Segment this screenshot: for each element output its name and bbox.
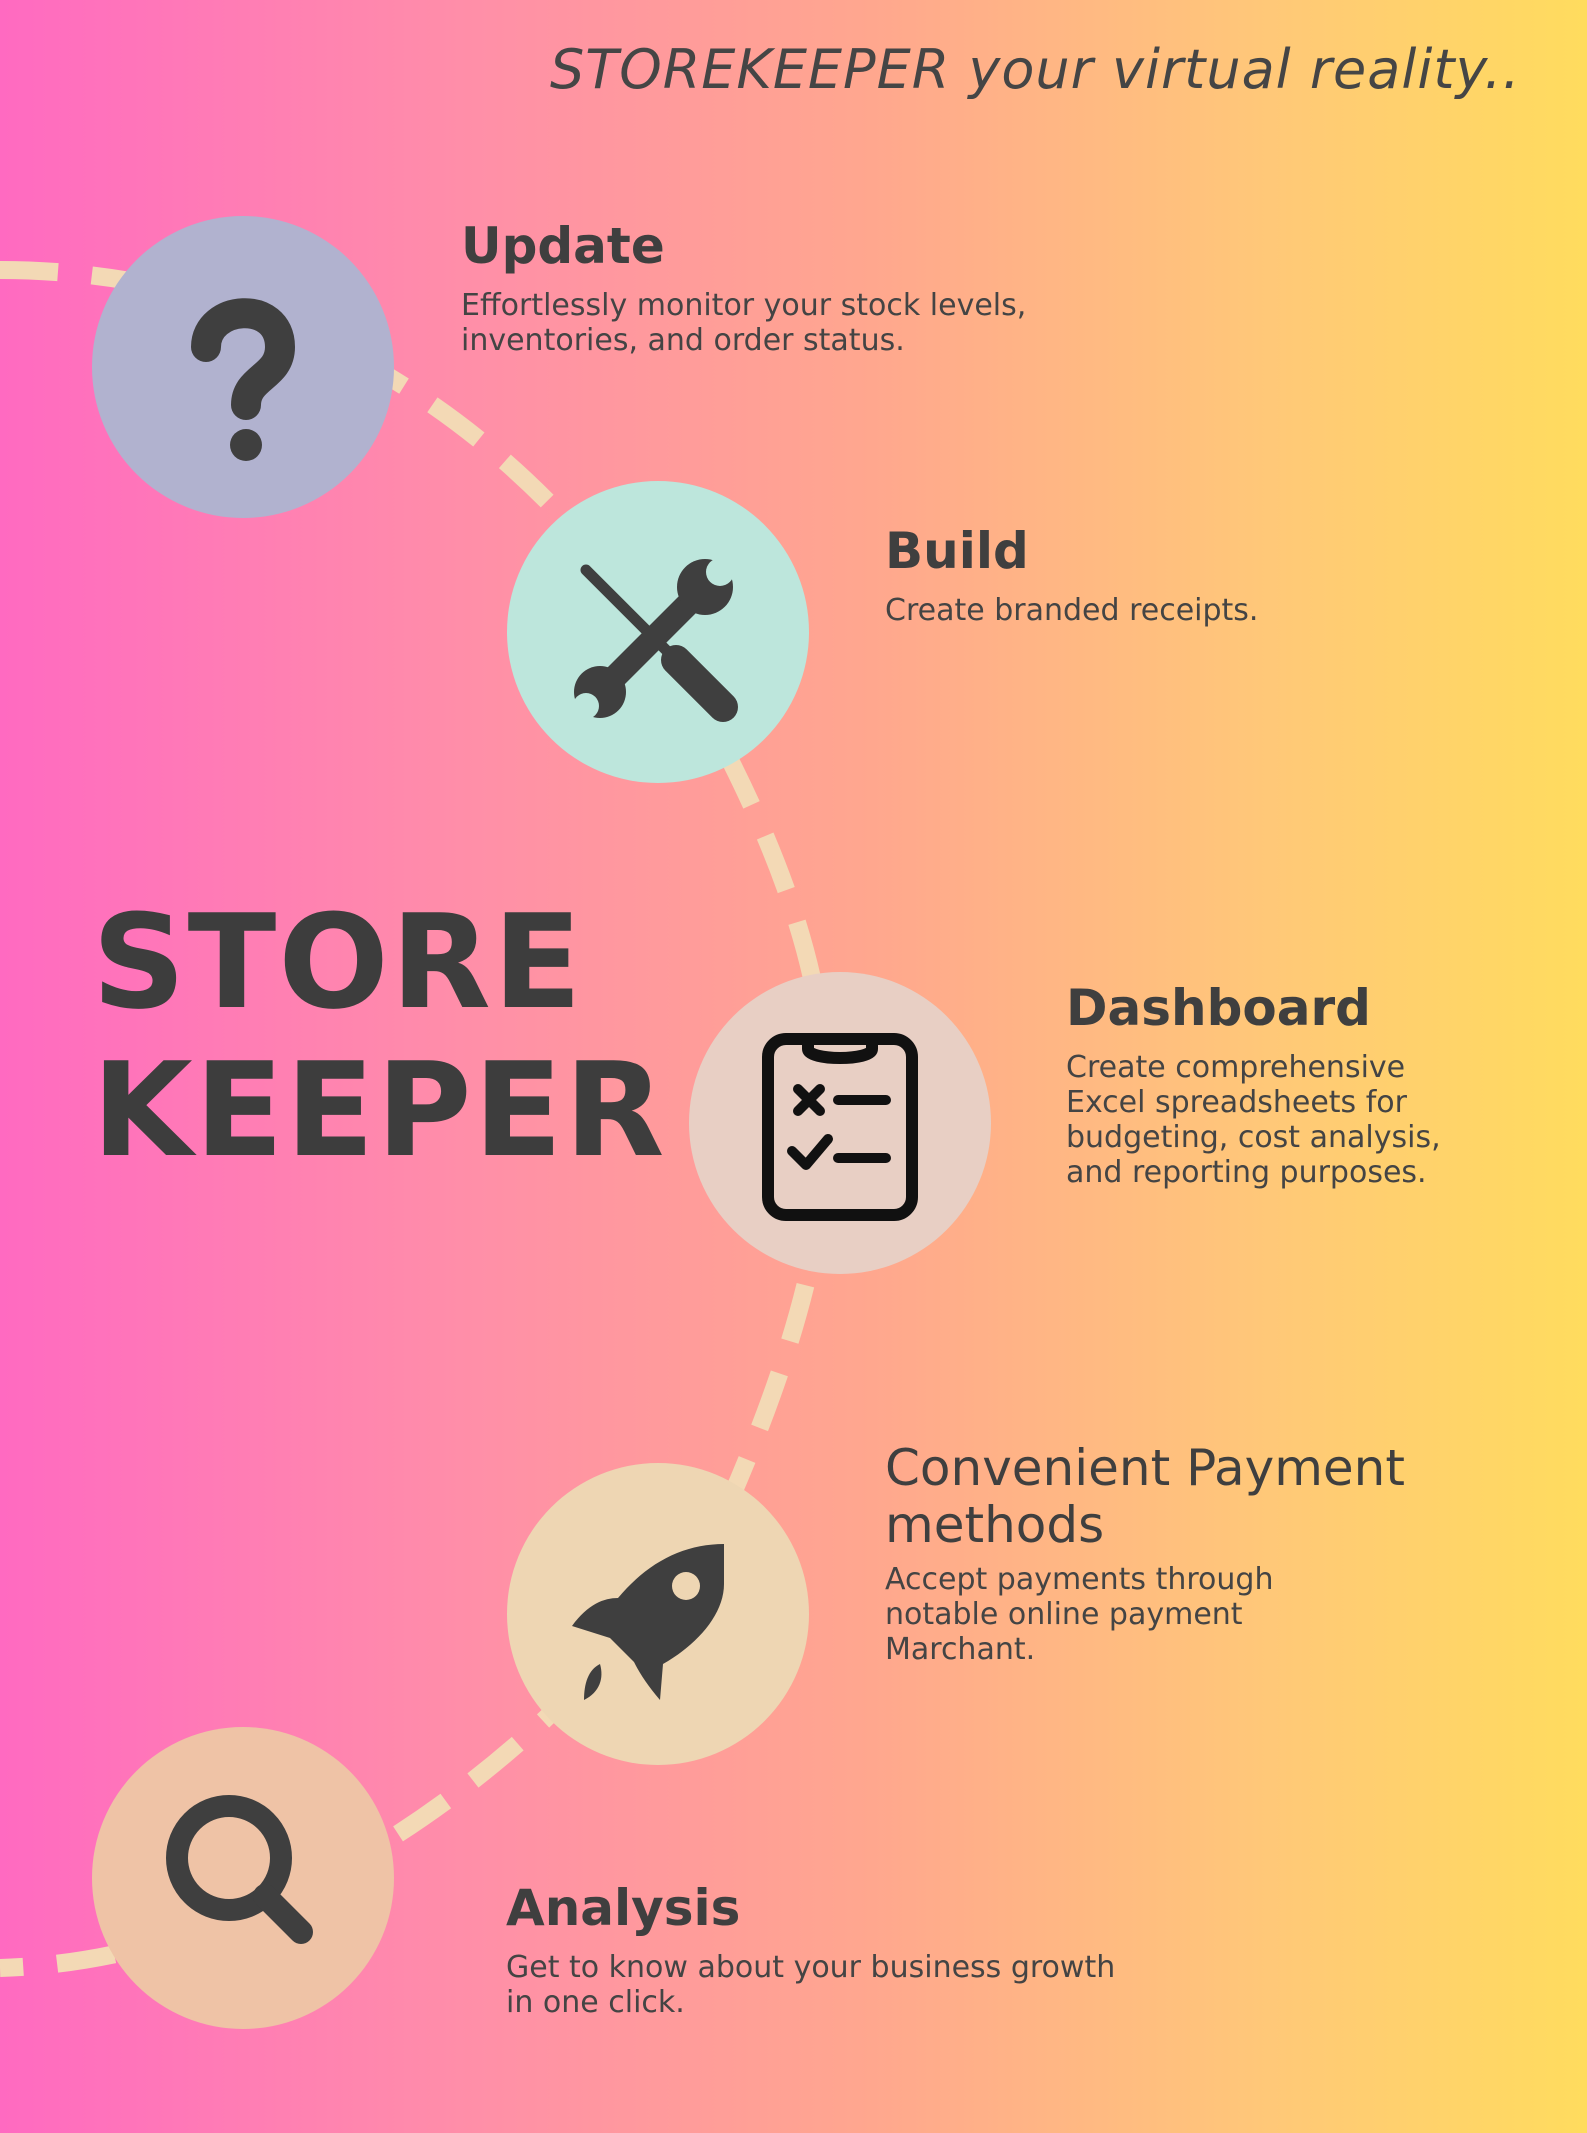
step-title: Dashboard	[1066, 979, 1371, 1037]
brand-title: STORE KEEPER	[92, 888, 667, 1184]
magnifier-icon	[166, 1795, 313, 1944]
clipboard-checklist-icon	[762, 1033, 918, 1221]
question-mark-icon	[191, 298, 296, 461]
brand-line-1: STORE	[92, 886, 584, 1038]
brand-line-2: KEEPER	[92, 1034, 667, 1186]
update-circle	[92, 216, 394, 518]
step-description: Create branded receipts.	[885, 593, 1259, 628]
poster: STOREKEEPER your virtual reality.. Updat…	[0, 0, 1587, 2133]
step-title: Analysis	[506, 1879, 741, 1937]
rocket-icon	[572, 1544, 724, 1700]
analysis-circle	[92, 1727, 394, 2029]
step-description: Accept payments through notable online p…	[885, 1562, 1274, 1667]
step-description: Effortlessly monitor your stock levels, …	[461, 288, 1027, 358]
wrench-screwdriver-icon	[573, 558, 738, 722]
step-payment: Convenient Payment methods Accept paymen…	[885, 1439, 1525, 1668]
build-circle	[507, 481, 809, 783]
step-title: Convenient Payment methods	[885, 1439, 1405, 1554]
step-description: Get to know about your business growth i…	[506, 1950, 1116, 2020]
step-title: Build	[885, 522, 1029, 580]
step-title: Update	[461, 217, 665, 275]
step-description: Create comprehensive Excel spreadsheets …	[1066, 1050, 1441, 1190]
step-build: Build Create branded receipts.	[885, 523, 1485, 628]
payment-circle	[507, 1463, 809, 1765]
step-update: Update Effortlessly monitor your stock l…	[461, 218, 1081, 358]
step-dashboard: Dashboard Create comprehensive Excel spr…	[1066, 980, 1546, 1190]
dashboard-circle	[689, 972, 991, 1274]
step-analysis: Analysis Get to know about your business…	[506, 1880, 1206, 2020]
